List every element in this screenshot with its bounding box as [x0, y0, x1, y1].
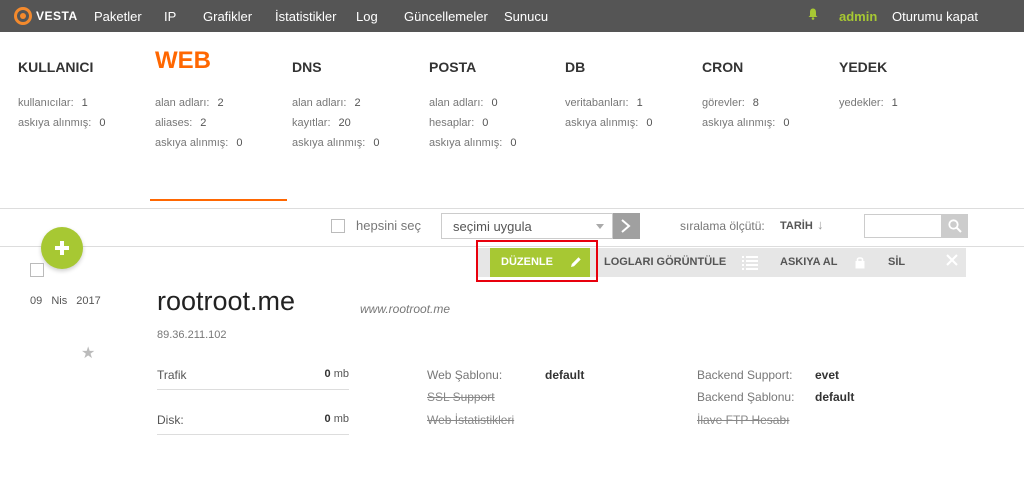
stat-title: CRON: [702, 59, 744, 75]
stat-title: YEDEK: [839, 59, 888, 75]
stat-dns[interactable]: DNS alan adları: 2 kayıtlar: 20 askıya alı…: [292, 55, 379, 153]
star-icon[interactable]: ★: [81, 343, 95, 363]
backend-support-label: Backend Support:: [697, 368, 793, 382]
add-domain-button[interactable]: [41, 227, 83, 269]
sort-by-date-link[interactable]: TARİH: [780, 220, 813, 232]
stat-row: askıya alınmış: 0: [292, 137, 380, 149]
highlight-annotation: [476, 240, 598, 282]
domain-ip: 89.36.211.102: [157, 329, 227, 341]
backend-support-value: evet: [815, 368, 840, 382]
web-template-label: Web Şablonu:: [427, 368, 503, 382]
sort-arrow-icon[interactable]: ↓: [817, 217, 824, 232]
stat-row: kayıtlar: 20: [292, 117, 351, 129]
active-tab-underline: [150, 199, 287, 201]
sort-label: sıralama ölçütü:: [680, 219, 765, 233]
backend-template-label: Backend Şablonu:: [697, 390, 795, 404]
web-statistics-label: Web İstatistikleri: [427, 413, 515, 427]
vesta-logo[interactable]: VESTA: [14, 7, 78, 25]
stat-users[interactable]: KULLANICI kullanıcılar: 1 askıya alınmış:…: [18, 55, 105, 133]
extra-ftp-label: İlave FTP Hesabı: [697, 413, 790, 427]
delete-button[interactable]: SİL: [888, 248, 905, 277]
nav-item-server[interactable]: Sunucu: [504, 9, 548, 24]
row-checkbox[interactable]: [30, 263, 44, 277]
stat-row: askıya alınmış: 0: [18, 117, 106, 129]
web-template-value: default: [545, 368, 585, 382]
stat-row: görevler: 8: [702, 97, 759, 109]
stat-row: askıya alınmış: 0: [702, 117, 790, 129]
stat-row: yedekler: 1: [839, 97, 898, 109]
chevron-down-icon: [596, 224, 604, 229]
stat-row: alan adları: 2: [292, 97, 361, 109]
stat-row: hesaplar: 0: [429, 117, 489, 129]
nav-item-updates[interactable]: Güncellemeler: [404, 9, 488, 24]
disk-metric: Disk: 0 mb: [157, 413, 349, 435]
stat-title: KULLANICI: [18, 59, 94, 75]
domain-alias: www.rootroot.me: [360, 302, 451, 316]
search-button[interactable]: [942, 214, 968, 238]
ssl-support-label: SSL Support: [427, 390, 495, 404]
divider: [0, 208, 1024, 209]
traffic-metric: Trafik 0 mb: [157, 368, 349, 390]
stat-title: POSTA: [429, 59, 477, 75]
bulk-action-select[interactable]: seçimi uygula: [441, 213, 613, 239]
view-logs-button[interactable]: LOGLARI GÖRÜNTÜLE: [604, 248, 726, 277]
stat-row: alan adları: 0: [429, 97, 498, 109]
suspend-button[interactable]: ASKIYA AL: [780, 248, 837, 277]
backend-template-value: default: [815, 390, 855, 404]
stat-title: DB: [565, 59, 586, 75]
select-all-label[interactable]: hepsini seç: [356, 218, 421, 233]
stat-row: askıya alınmış: 0: [155, 137, 243, 149]
logo-text: VESTA: [36, 9, 78, 23]
stat-row: alan adları: 2: [155, 97, 224, 109]
stat-title: DNS: [292, 59, 322, 75]
search-input[interactable]: [864, 214, 942, 238]
nav-item-statistics[interactable]: İstatistikler: [275, 9, 336, 24]
nav-item-packages[interactable]: Paketler: [94, 9, 142, 24]
stat-row: aliases: 2: [155, 117, 207, 129]
user-name-link[interactable]: admin: [839, 9, 877, 24]
bulk-action-value: seçimi uygula: [453, 219, 532, 234]
stat-row: askıya alınmış: 0: [429, 137, 517, 149]
logout-link[interactable]: Oturumu kapat: [892, 9, 978, 24]
search-icon: [948, 219, 962, 233]
record-date: 09 Nis 2017: [30, 295, 101, 307]
stat-db[interactable]: DB veritabanları: 1 askıya alınmış: 0: [565, 55, 652, 133]
chevron-right-icon: [621, 219, 631, 233]
stat-cron[interactable]: CRON görevler: 8 askıya alınmış: 0: [702, 55, 789, 133]
domain-name[interactable]: rootroot.me: [157, 286, 295, 317]
stat-row: kullanıcılar: 1: [18, 97, 88, 109]
logo-icon: [14, 7, 32, 25]
close-icon[interactable]: [946, 254, 958, 266]
list-icon: [742, 256, 758, 270]
stat-backup[interactable]: YEDEK yedekler: 1: [839, 55, 898, 113]
nav-item-ip[interactable]: IP: [164, 9, 176, 24]
stat-row: askıya alınmış: 0: [565, 117, 653, 129]
stat-title-active: WEB: [155, 47, 211, 74]
apply-bulk-action-button[interactable]: [613, 213, 640, 239]
nav-item-graphs[interactable]: Grafikler: [203, 9, 252, 24]
lock-icon: [855, 257, 865, 269]
stat-mail[interactable]: POSTA alan adları: 0 hesaplar: 0 askıya al…: [429, 55, 516, 153]
stat-row: veritabanları: 1: [565, 97, 643, 109]
top-nav-bar: VESTA Paketler IP Grafikler İstatistikle…: [0, 0, 1024, 32]
select-all-checkbox[interactable]: [331, 219, 345, 233]
nav-item-log[interactable]: Log: [356, 9, 378, 24]
bell-icon[interactable]: [808, 8, 818, 20]
stat-web[interactable]: WEB alan adları: 2 aliases: 2 askıya alınm…: [155, 49, 243, 153]
